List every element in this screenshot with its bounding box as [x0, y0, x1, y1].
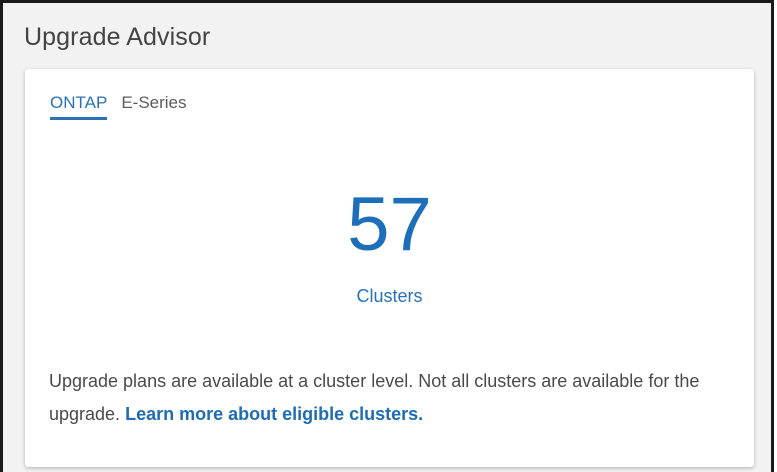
upgrade-advisor-card: ONTAP E-Series 57 Clusters Upgrade plans… — [25, 69, 754, 467]
tab-ontap[interactable]: ONTAP — [50, 93, 108, 120]
cluster-count: 57 — [347, 182, 432, 267]
cluster-count-label: Clusters — [356, 286, 423, 306]
tab-e-series[interactable]: E-Series — [121, 93, 186, 120]
tab-bar: ONTAP E-Series — [50, 93, 187, 120]
upgrade-advisor-widget: Upgrade Advisor ONTAP E-Series 57 Cluste… — [0, 0, 774, 472]
widget-title: Upgrade Advisor — [24, 23, 211, 51]
upgrade-info-text: Upgrade plans are available at a cluster… — [49, 365, 729, 431]
learn-more-link[interactable]: Learn more about eligible clusters. — [125, 404, 423, 424]
